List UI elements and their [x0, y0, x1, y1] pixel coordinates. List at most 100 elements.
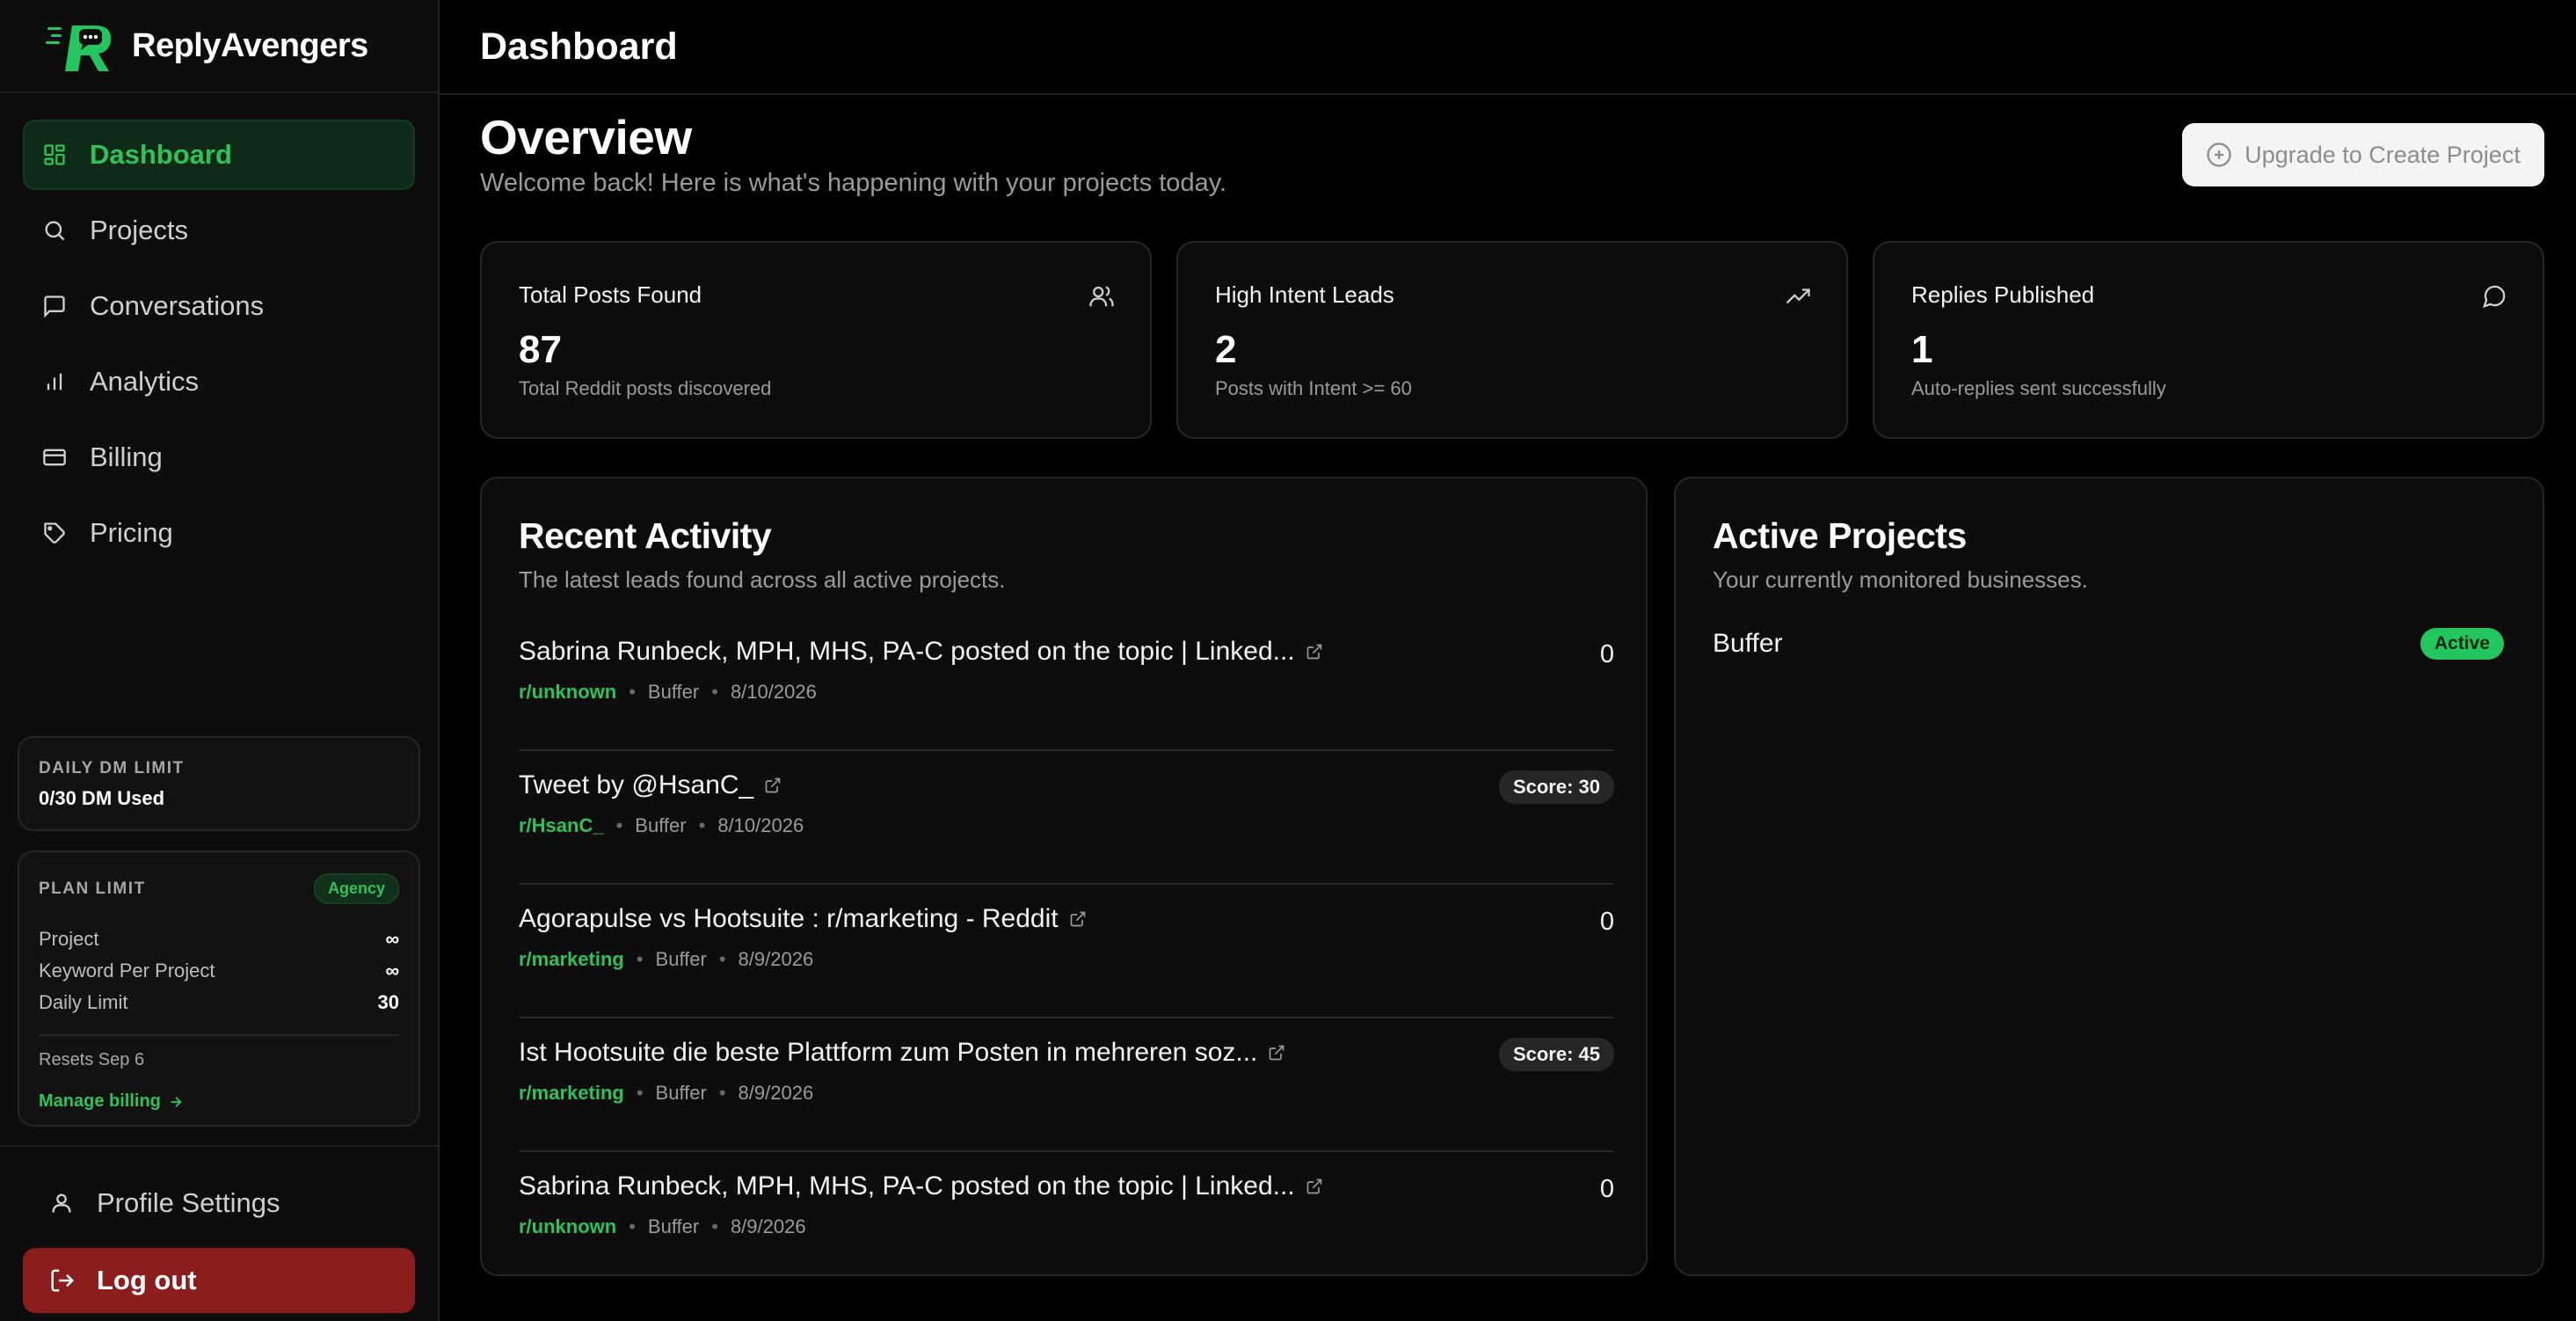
separator-dot: •: [636, 1082, 644, 1104]
brand[interactable]: ReplyAvengers: [0, 0, 438, 93]
subreddit-label[interactable]: r/marketing: [519, 1082, 624, 1105]
activity-title: Sabrina Runbeck, MPH, MHS, PA-C posted o…: [519, 637, 1295, 666]
sidebar-nav: Dashboard Projects Conversations Analyti…: [23, 120, 415, 573]
sidebar-item-label: Analytics: [90, 366, 200, 397]
plan-row-value: ∞: [385, 928, 399, 950]
activity-title: Ist Hootsuite die beste Plattform zum Po…: [519, 1038, 1258, 1067]
project-label: Buffer: [655, 948, 707, 970]
activity-title-link[interactable]: Tweet by @HsanC_: [519, 770, 1614, 800]
recent-activity-subtitle: The latest leads found across all active…: [519, 566, 1006, 593]
plan-badge: Agency: [313, 873, 399, 904]
date-label: 8/9/2026: [738, 1082, 814, 1104]
subreddit-label[interactable]: r/unknown: [519, 681, 616, 704]
dm-limit-value: 0/30 DM Used: [39, 787, 165, 809]
intent-score: 0: [1599, 908, 1614, 936]
separator-dot: •: [629, 681, 636, 703]
tag-icon: [44, 522, 65, 544]
sidebar: ReplyAvengers Dashboard Projects Convers…: [0, 0, 440, 1321]
stat-card-high-intent: High Intent Leads 2 Posts with Intent >=…: [1176, 241, 1848, 439]
stat-label: Total Posts Found: [519, 281, 702, 308]
page-title: Dashboard: [480, 25, 678, 68]
stat-description: Posts with Intent >= 60: [1215, 377, 1412, 399]
project-name: Buffer: [1713, 629, 1783, 658]
manage-billing-link[interactable]: Manage billing: [39, 1091, 184, 1112]
stat-label: Replies Published: [1911, 281, 2095, 308]
sidebar-item-label: Dashboard: [90, 139, 232, 170]
separator-dot: •: [698, 814, 706, 836]
external-link-icon: [1306, 644, 1321, 660]
activity-title: Agorapulse vs Hootsuite : r/marketing - …: [519, 904, 1059, 933]
activity-title-link[interactable]: Sabrina Runbeck, MPH, MHS, PA-C posted o…: [519, 1171, 1614, 1201]
sidebar-item-label: Conversations: [90, 290, 265, 321]
date-label: 8/10/2026: [717, 814, 804, 836]
upgrade-button-label: Upgrade to Create Project: [2245, 141, 2521, 168]
overview-subtitle: Welcome back! Here is what's happening w…: [480, 169, 1227, 197]
sidebar-item-dashboard[interactable]: Dashboard: [23, 120, 415, 190]
sidebar-item-pricing[interactable]: Pricing: [23, 498, 415, 568]
message-circle-icon: [2482, 285, 2506, 309]
sidebar-item-label: Projects: [90, 215, 188, 245]
sidebar-item-billing[interactable]: Billing: [23, 422, 415, 493]
activity-item[interactable]: Sabrina Runbeck, MPH, MHS, PA-C posted o…: [519, 1152, 1614, 1286]
activity-item[interactable]: Sabrina Runbeck, MPH, MHS, PA-C posted o…: [519, 617, 1614, 751]
plan-row-label: Keyword Per Project: [39, 960, 215, 982]
profile-settings-button[interactable]: Profile Settings: [23, 1170, 415, 1237]
resets-date: Resets Sep 6: [39, 1050, 145, 1069]
credit-card-icon: [43, 449, 66, 466]
separator-dot: •: [629, 1215, 636, 1237]
project-label: Buffer: [635, 814, 687, 836]
plan-limit-card: PLAN LIMIT Agency Project ∞ Keyword Per …: [18, 850, 420, 1127]
external-link-icon: [1306, 1179, 1321, 1194]
activity-title-link[interactable]: Sabrina Runbeck, MPH, MHS, PA-C posted o…: [519, 637, 1614, 667]
plus-circle-icon: [2207, 142, 2231, 167]
date-label: 8/9/2026: [738, 948, 814, 970]
activity-title-link[interactable]: Agorapulse vs Hootsuite : r/marketing - …: [519, 904, 1614, 934]
stat-value: 87: [519, 328, 562, 371]
plan-row-value: ∞: [385, 960, 399, 982]
logout-button[interactable]: Log out: [23, 1248, 415, 1313]
project-label: Buffer: [647, 1215, 700, 1237]
date-label: 8/9/2026: [730, 1215, 806, 1237]
separator-dot: •: [718, 1082, 726, 1104]
subreddit-label[interactable]: r/HsanC_: [519, 814, 604, 837]
activity-item[interactable]: Agorapulse vs Hootsuite : r/marketing - …: [519, 885, 1614, 1018]
stat-value: 1: [1911, 328, 1933, 371]
activity-item[interactable]: Tweet by @HsanC_ r/HsanC_ • Buffer • 8/1…: [519, 751, 1614, 885]
recent-activity-panel: Recent Activity The latest leads found a…: [480, 477, 1648, 1276]
logo-icon: [46, 26, 112, 71]
activity-item[interactable]: Ist Hootsuite die beste Plattform zum Po…: [519, 1018, 1614, 1152]
brand-name: ReplyAvengers: [132, 26, 368, 64]
date-label: 8/10/2026: [730, 681, 817, 703]
plan-limit-label: PLAN LIMIT: [39, 879, 146, 898]
separator-dot: •: [615, 814, 623, 836]
logout-label: Log out: [97, 1265, 197, 1295]
external-link-icon: [1270, 1045, 1284, 1061]
sidebar-item-projects[interactable]: Projects: [23, 195, 415, 266]
project-label: Buffer: [647, 681, 700, 703]
arrow-right-icon: [171, 1096, 182, 1107]
project-label: Buffer: [655, 1082, 707, 1104]
plan-row-label: Project: [39, 928, 99, 950]
subreddit-label[interactable]: r/marketing: [519, 948, 624, 971]
profile-settings-label: Profile Settings: [97, 1187, 280, 1218]
activity-title: Tweet by @HsanC_: [519, 770, 754, 799]
upgrade-to-create-project-button[interactable]: Upgrade to Create Project: [2182, 123, 2544, 186]
active-projects-title: Active Projects: [1713, 515, 1967, 556]
stat-card-total-posts: Total Posts Found 87 Total Reddit posts …: [480, 241, 1152, 439]
stat-card-replies-published: Replies Published 1 Auto-replies sent su…: [1873, 241, 2544, 439]
intent-score-badge: Score: 30: [1498, 770, 1614, 804]
subreddit-label[interactable]: r/unknown: [519, 1215, 616, 1238]
stat-value: 2: [1215, 328, 1237, 371]
plan-row-keyword: Keyword Per Project ∞: [39, 955, 399, 987]
sidebar-item-analytics[interactable]: Analytics: [23, 347, 415, 417]
project-row[interactable]: Buffer Active: [1713, 628, 2504, 660]
trending-up-icon: [1786, 288, 1810, 304]
intent-score-badge: Score: 45: [1498, 1038, 1614, 1071]
active-projects-subtitle: Your currently monitored businesses.: [1713, 566, 2088, 593]
external-link-icon: [765, 777, 781, 793]
activity-title-link[interactable]: Ist Hootsuite die beste Plattform zum Po…: [519, 1038, 1614, 1068]
plan-row-daily-limit: Daily Limit 30: [39, 987, 399, 1018]
sidebar-item-conversations[interactable]: Conversations: [23, 271, 415, 341]
top-bar: Dashboard: [440, 0, 2576, 95]
stat-description: Total Reddit posts discovered: [519, 377, 772, 399]
